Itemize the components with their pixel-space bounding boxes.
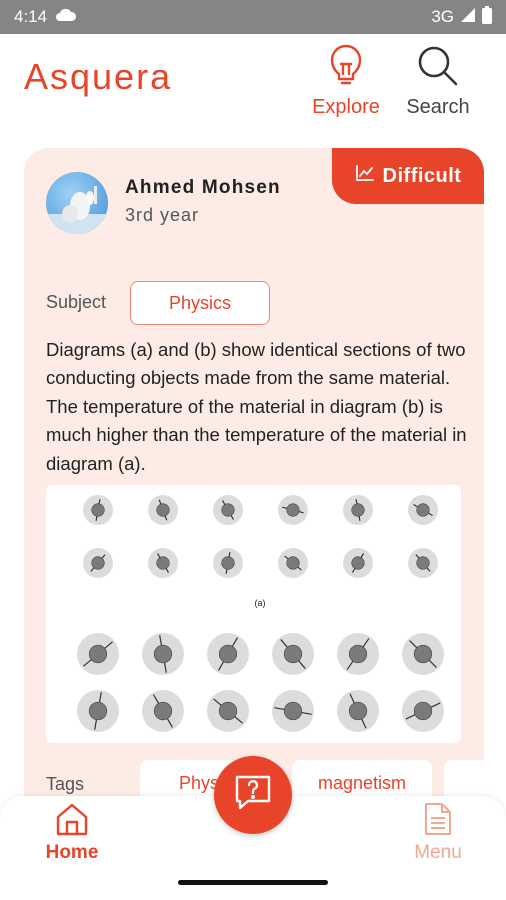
chart-icon bbox=[355, 164, 375, 188]
app-header: Asquera Explore Search bbox=[0, 34, 506, 146]
author-name[interactable]: Ahmed Mohsen bbox=[125, 177, 281, 199]
network-type: 3G bbox=[431, 7, 454, 26]
menu-nav-button[interactable]: Menu bbox=[406, 802, 470, 864]
home-label: Home bbox=[45, 842, 99, 863]
subject-label: Subject bbox=[46, 292, 107, 312]
home-indicator[interactable] bbox=[178, 880, 328, 885]
question-figure[interactable]: (a) bbox=[46, 485, 461, 743]
difficulty-badge: Difficult bbox=[332, 148, 484, 204]
battery-icon bbox=[482, 5, 492, 29]
atoms-diagram: (a) bbox=[77, 495, 444, 732]
signal-icon bbox=[460, 7, 476, 28]
explore-label: Explore bbox=[312, 96, 380, 118]
figure-caption: (a) bbox=[255, 598, 266, 608]
lightbulb-icon bbox=[329, 44, 363, 93]
search-label: Search bbox=[406, 96, 470, 118]
app-brand: Asquera bbox=[24, 56, 173, 97]
question-bubble-icon bbox=[234, 774, 272, 817]
search-button[interactable]: Search bbox=[400, 44, 476, 119]
search-icon bbox=[416, 46, 460, 93]
question-card[interactable]: Difficult Ahmed Mohsen 3rd year Subject … bbox=[24, 148, 484, 848]
subject-chip[interactable]: Physics bbox=[130, 281, 270, 325]
author-year: 3rd year bbox=[125, 205, 200, 225]
home-nav-button[interactable]: Home bbox=[40, 802, 104, 864]
menu-label: Menu bbox=[414, 842, 462, 863]
cloud-icon bbox=[55, 7, 77, 27]
document-icon bbox=[424, 803, 452, 841]
difficulty-label: Difficult bbox=[382, 164, 462, 187]
status-bar: 4:14 3G bbox=[0, 0, 506, 34]
question-text: Diagrams (a) and (b) show identical sect… bbox=[46, 339, 467, 474]
avatar[interactable] bbox=[46, 172, 108, 234]
status-time: 4:14 bbox=[14, 7, 48, 26]
system-nav-bar bbox=[0, 868, 506, 900]
ask-question-button[interactable] bbox=[214, 756, 292, 834]
home-icon bbox=[55, 803, 89, 841]
explore-button[interactable]: Explore bbox=[306, 44, 386, 119]
tags-label: Tags bbox=[46, 774, 85, 794]
